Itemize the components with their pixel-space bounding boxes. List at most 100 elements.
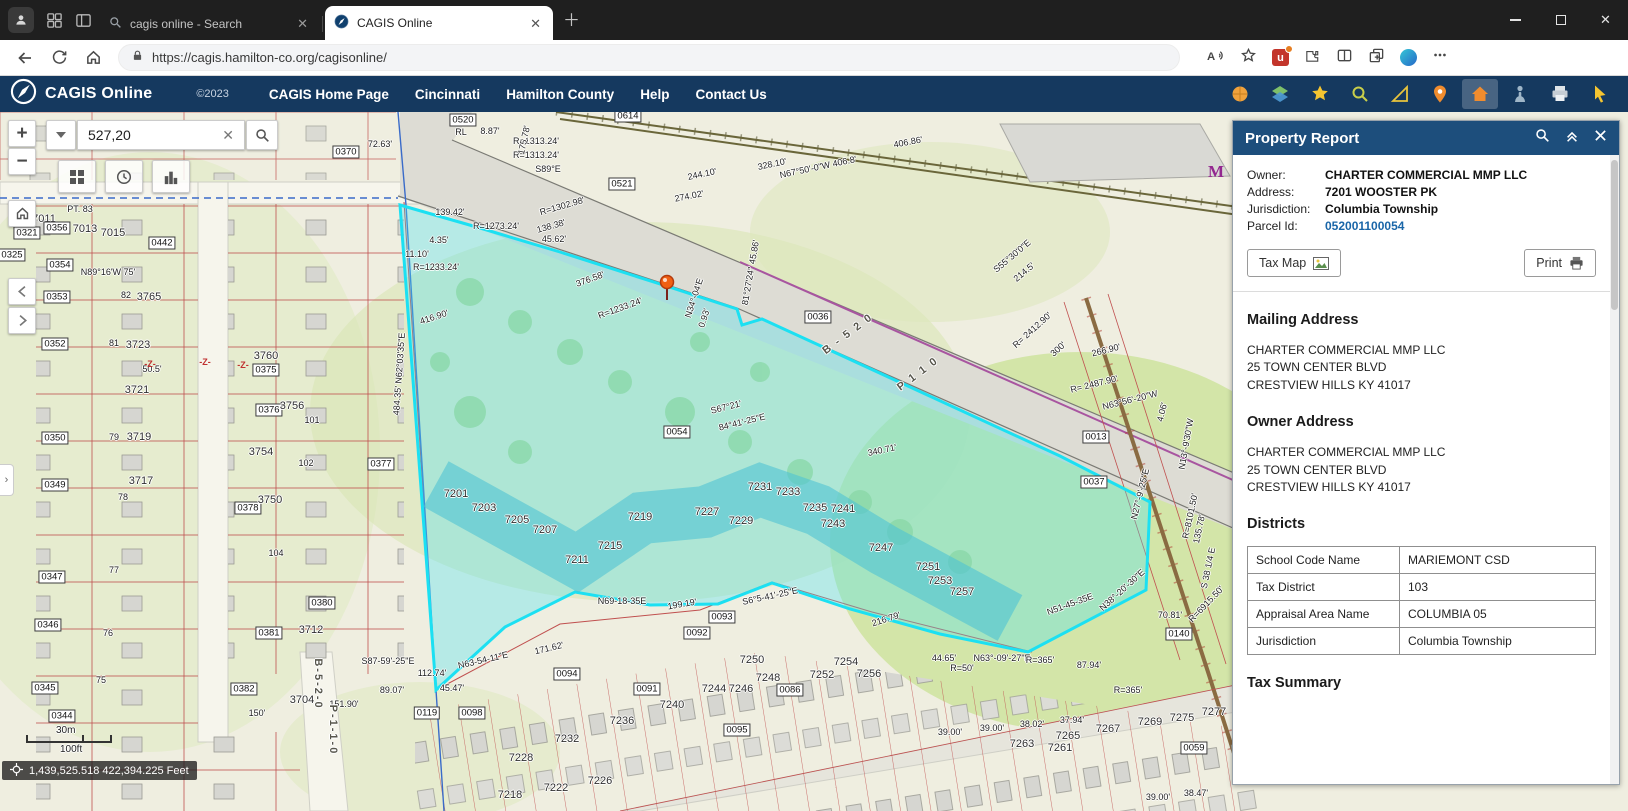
extensions-icon[interactable] <box>1304 47 1321 69</box>
panel-body: Owner:CHARTER COMMERCIAL MMP LLC Address… <box>1233 155 1610 784</box>
search-type-dropdown[interactable] <box>46 120 76 150</box>
measure-icon[interactable] <box>1382 79 1418 109</box>
profile-icon[interactable] <box>8 7 34 33</box>
map-search-input[interactable] <box>86 126 220 144</box>
home-extent-icon[interactable] <box>8 200 36 227</box>
district-key: Jurisdiction <box>1248 628 1400 655</box>
basemap-icon[interactable] <box>1222 79 1258 109</box>
ublock-origin-icon[interactable]: u <box>1272 49 1289 66</box>
search-icon[interactable] <box>246 120 278 150</box>
zoom-controls: + − <box>8 120 36 175</box>
extent-nav-controls <box>8 278 36 334</box>
map-area[interactable]: 037072.63'8.87'R=1313.24'R=1313.24'S89°E… <box>0 112 1628 811</box>
districts-row: Appraisal Area Name COLUMBIA 05 <box>1248 601 1596 628</box>
tab-cagis-online[interactable]: CAGIS Online ✕ <box>325 6 553 40</box>
print-icon[interactable] <box>1542 79 1578 109</box>
panel-collapse-icon[interactable] <box>1565 129 1579 148</box>
read-aloud-icon[interactable]: A <box>1206 47 1225 69</box>
refresh-icon[interactable] <box>44 44 74 72</box>
section-mailing-address: Mailing Address CHARTER COMMERCIAL MMP L… <box>1247 312 1596 394</box>
basemap-gallery-icon[interactable] <box>58 160 96 193</box>
url-text: https://cagis.hamilton-co.org/cagisonlin… <box>152 50 387 65</box>
map-search-box: ✕ <box>77 120 245 150</box>
nav-link[interactable]: Help <box>640 87 669 102</box>
district-key: School Code Name <box>1248 547 1400 574</box>
tab-cagis-search[interactable]: cagis online - Search ✕ <box>100 7 320 40</box>
clear-search-icon[interactable]: ✕ <box>220 127 236 144</box>
tax-map-button[interactable]: Tax Map <box>1247 249 1341 277</box>
panel-scrollbar-thumb[interactable] <box>1611 160 1618 310</box>
home-extent-control <box>8 200 36 227</box>
copilot-icon[interactable] <box>1400 49 1417 66</box>
field-address: Address:7201 WOOSTER PK <box>1247 184 1596 201</box>
panel-search-icon[interactable] <box>1535 128 1550 148</box>
sidebar-expander[interactable]: › <box>0 464 14 496</box>
coordinate-text: 1,439,525.518 422,394.225 Feet <box>29 765 189 777</box>
new-tab-button[interactable]: ＋ <box>553 6 590 31</box>
street-view-icon[interactable] <box>1502 79 1538 109</box>
minimize-icon[interactable] <box>1493 0 1538 40</box>
nav-link[interactable]: Hamilton County <box>506 87 614 102</box>
crosshair-icon[interactable] <box>10 763 23 779</box>
close-icon[interactable]: ✕ <box>1583 0 1628 40</box>
tab-separator <box>322 16 323 32</box>
select-icon[interactable] <box>1582 79 1618 109</box>
next-extent-icon[interactable] <box>8 307 36 334</box>
panel-divider <box>1233 291 1610 292</box>
tax-summary-heading: Tax Summary <box>1247 675 1596 691</box>
tab-close-icon[interactable]: ✕ <box>527 16 544 31</box>
panel-close-icon[interactable] <box>1594 129 1607 147</box>
district-key: Appraisal Area Name <box>1248 601 1400 628</box>
section-owner-address: Owner Address CHARTER COMMERCIAL MMP LLC… <box>1247 414 1596 496</box>
field-owner: Owner:CHARTER COMMERCIAL MMP LLC <box>1247 167 1596 184</box>
cagis-header: CAGIS Online ©2023 CAGIS Home Page Cinci… <box>0 76 1628 112</box>
scale-feet-label: 100ft <box>60 744 82 755</box>
districts-table: School Code Name MARIEMONT CSD Tax Distr… <box>1247 546 1596 655</box>
district-key: Tax District <box>1248 574 1400 601</box>
more-icon[interactable] <box>1432 47 1448 68</box>
tab-title: CAGIS Online <box>357 16 519 30</box>
section-districts: Districts School Code Name MARIEMONT CSD <box>1247 516 1596 655</box>
print-button[interactable]: Print <box>1524 249 1596 277</box>
parcel-id-link[interactable]: 052001100054 <box>1325 218 1596 235</box>
tabbar-left-controls <box>0 0 100 40</box>
zoom-out-button[interactable]: − <box>8 148 36 175</box>
city-buildings-icon[interactable] <box>152 160 190 193</box>
field-parcel-id: Parcel Id: 052001100054 <box>1247 218 1596 235</box>
tab-list-icon[interactable] <box>75 12 92 29</box>
zoom-in-button[interactable]: + <box>8 120 36 147</box>
nav-link[interactable]: Cincinnati <box>415 87 480 102</box>
collections-icon[interactable] <box>1368 47 1385 69</box>
property-report-icon[interactable] <box>1462 79 1498 109</box>
search-favicon <box>109 16 122 32</box>
history-clock-icon[interactable] <box>105 160 143 193</box>
tab-close-icon[interactable]: ✕ <box>294 16 311 31</box>
nav-link[interactable]: CAGIS Home Page <box>269 87 389 102</box>
maximize-icon[interactable] <box>1538 0 1583 40</box>
workspaces-icon[interactable] <box>46 12 63 29</box>
home-icon[interactable] <box>78 44 108 72</box>
nav-link[interactable]: Contact Us <box>695 87 766 102</box>
split-screen-icon[interactable] <box>1336 47 1353 69</box>
districts-row: Jurisdiction Columbia Township <box>1248 628 1596 655</box>
field-jurisdiction: Jurisdiction:Columbia Township <box>1247 201 1596 218</box>
main-nav: CAGIS Home Page Cincinnati Hamilton Coun… <box>269 87 767 102</box>
back-icon[interactable] <box>10 44 40 72</box>
previous-extent-icon[interactable] <box>8 278 36 305</box>
favorites-icon[interactable] <box>1240 47 1257 69</box>
districts-row: Tax District 103 <box>1248 574 1596 601</box>
browser-window: cagis online - Search ✕ CAGIS Online ✕ ＋… <box>0 0 1628 811</box>
scale-meters-label: 30m <box>56 725 75 736</box>
panel-title: Property Report <box>1245 130 1520 147</box>
brand-title: CAGIS Online <box>45 85 152 103</box>
coordinate-readout: 1,439,525.518 422,394.225 Feet <box>2 761 197 780</box>
bookmarks-icon[interactable] <box>1302 79 1338 109</box>
panel-scrollbar[interactable] <box>1610 155 1619 784</box>
map-search-control: ✕ <box>46 120 278 150</box>
identify-icon[interactable] <box>1342 79 1378 109</box>
district-value: Columbia Township <box>1400 628 1596 655</box>
layers-icon[interactable] <box>1262 79 1298 109</box>
url-box[interactable]: https://cagis.hamilton-co.org/cagisonlin… <box>118 44 1180 71</box>
locate-icon[interactable] <box>1422 79 1458 109</box>
property-report-panel: Property Report Owner:CHARTER COMMERCIAL… <box>1232 120 1620 785</box>
